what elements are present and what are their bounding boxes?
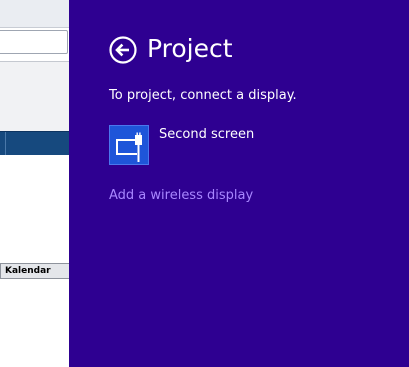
second-screen-tile — [109, 125, 149, 165]
add-wireless-display-link[interactable]: Add a wireless display — [109, 187, 253, 205]
instruction-text: To project, connect a display. — [109, 88, 297, 103]
background-app-window: Kalendar — [0, 0, 69, 367]
background-sheet-tab-bar: Kalendar — [0, 263, 69, 279]
back-arrow-circle-icon — [109, 36, 137, 64]
sheet-tab-kalendar[interactable]: Kalendar — [0, 264, 51, 278]
background-content-area — [0, 155, 69, 263]
second-screen-icon — [116, 132, 142, 162]
background-lower-area — [0, 279, 69, 367]
background-title-bar — [0, 0, 69, 28]
background-header-band — [0, 131, 69, 156]
second-screen-option[interactable]: Second screen — [109, 125, 369, 165]
second-screen-label: Second screen — [159, 127, 255, 142]
background-column-divider — [5, 132, 6, 155]
background-address-field[interactable] — [0, 30, 68, 54]
background-ribbon — [0, 61, 69, 132]
page-title: Project — [147, 34, 233, 63]
back-button[interactable] — [109, 36, 137, 64]
project-charm-pane: Project To project, connect a display. S… — [69, 0, 409, 367]
